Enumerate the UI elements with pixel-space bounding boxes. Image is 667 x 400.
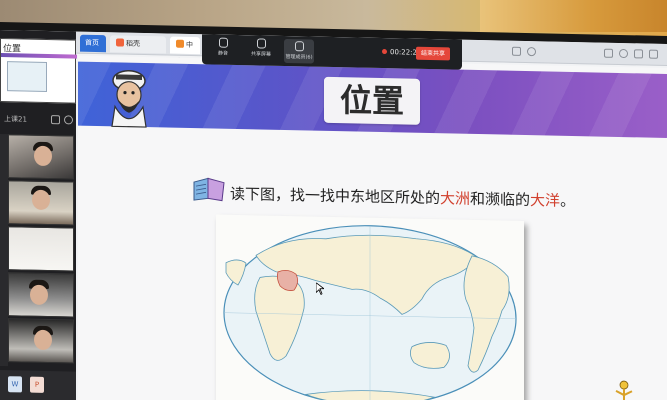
tab-presentation[interactable]: 中东.p — [170, 36, 200, 66]
highlight-continent: 大洲 — [440, 189, 471, 208]
screen-share-icon — [256, 38, 266, 49]
slide-instruction: 读下图，找一找中东地区所处的大洲和濒临的大洋。 — [230, 183, 575, 211]
tab-home[interactable]: 首页 — [80, 34, 106, 53]
slide-title: 位置 — [339, 81, 404, 121]
account-icon[interactable] — [527, 47, 536, 57]
user-icon[interactable] — [64, 115, 73, 125]
slide-title-box: 位置 — [324, 76, 420, 125]
instruction-text: 读下图，找一找中东地区所处的 — [230, 184, 441, 208]
tab-label: 稻壳 — [126, 39, 140, 48]
avatar-icon[interactable] — [619, 48, 628, 59]
participant-video[interactable] — [8, 272, 74, 318]
highlight-ocean: 大洋 — [530, 191, 561, 210]
tab-docer[interactable]: 稻壳 — [110, 35, 166, 54]
screen-share-button[interactable]: 共享屏幕 — [246, 38, 276, 58]
participants-label: 管理成员(6) — [285, 53, 313, 61]
share-icon[interactable] — [604, 48, 613, 58]
participants-button[interactable]: 管理成员(6) — [284, 38, 314, 64]
participant-video[interactable] — [8, 226, 74, 272]
world-map-frame — [216, 214, 524, 400]
room-window — [480, 0, 667, 32]
participant-face — [34, 145, 52, 167]
participant-face — [30, 284, 48, 306]
taskbar-files: W P — [0, 370, 76, 400]
mouse-cursor-icon — [316, 282, 324, 295]
instruction-text: 。 — [560, 191, 576, 211]
thumbnail-map — [7, 61, 47, 92]
end-share-button[interactable]: 结束共享 — [416, 46, 450, 61]
window-icon[interactable] — [512, 46, 521, 56]
participant-video[interactable] — [8, 134, 74, 180]
panel-scroll-strip[interactable] — [0, 134, 8, 367]
participants-icon — [294, 41, 304, 52]
instruction-text: 和濒临的 — [470, 189, 531, 210]
mute-label: 静音 — [217, 50, 228, 57]
screen-share-label: 共享屏幕 — [250, 51, 271, 58]
mute-button[interactable]: 静音 — [208, 37, 238, 57]
meeting-toolbar: 静音 共享屏幕 管理成员(6) 00:22:29 结束共享 — [202, 34, 462, 70]
layout-icon[interactable] — [51, 115, 60, 125]
thumbnail-banner — [1, 53, 77, 59]
recording-dot-icon — [382, 49, 387, 55]
docer-icon — [116, 38, 124, 47]
book-icon — [193, 177, 225, 202]
minimize-icon[interactable] — [634, 49, 643, 59]
window-controls — [604, 48, 658, 59]
panel-header-icons — [51, 115, 73, 125]
participant-face — [32, 189, 50, 211]
slide-thumbnail[interactable]: 位置 — [0, 38, 77, 104]
participant-face — [34, 329, 52, 351]
word-file-icon[interactable]: W — [8, 376, 22, 393]
slide-banner: 位置 — [78, 61, 667, 138]
presentation-icon — [176, 39, 184, 48]
tabbar-right-icons — [512, 46, 536, 57]
maximize-icon[interactable] — [649, 49, 658, 59]
presentation-slide: 位置 读下图，找一找中东地区所处的大洲和濒临的大洋。 — [78, 55, 667, 400]
mascot-icon — [111, 69, 147, 128]
monitor-screen: 位置 上课21 W P 首页 稻壳 中东.p 位置 读下图，找一找中东地区所处的… — [0, 30, 667, 400]
participant-video[interactable] — [8, 318, 74, 364]
participants-panel: 位置 上课21 W P — [0, 30, 77, 400]
world-map — [223, 225, 517, 400]
figure-illustration — [615, 380, 633, 400]
participant-video[interactable] — [8, 180, 74, 226]
ppt-file-icon[interactable]: P — [30, 376, 44, 393]
microphone-icon — [218, 37, 228, 48]
